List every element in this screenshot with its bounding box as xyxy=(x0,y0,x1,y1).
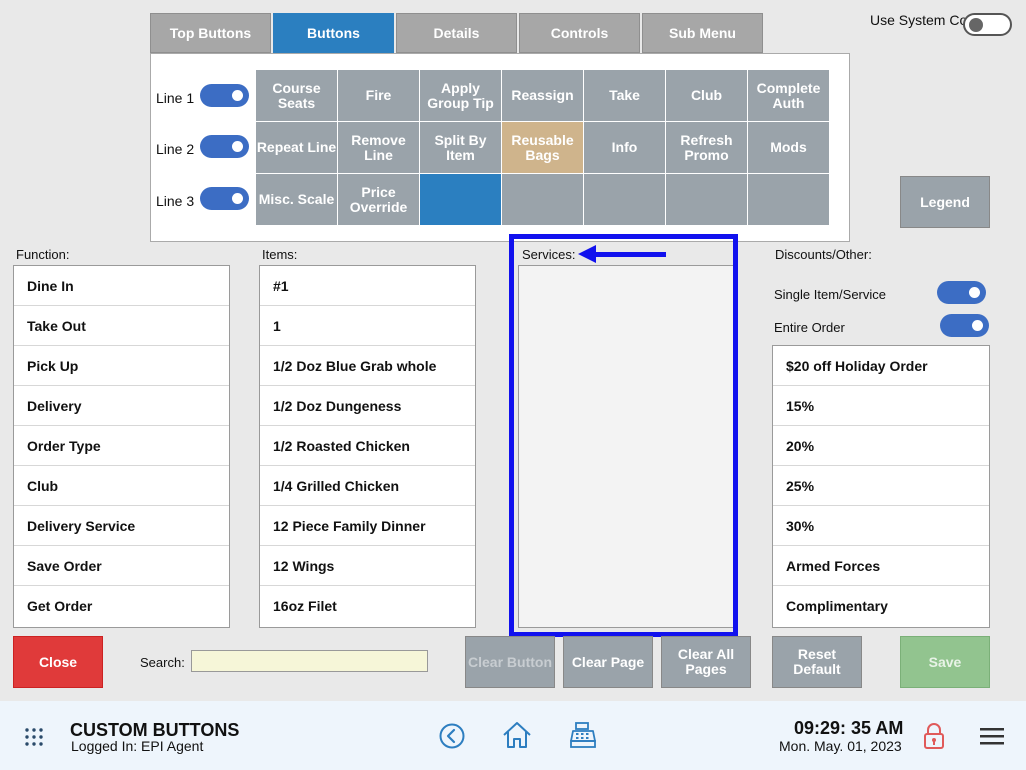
grid-btn-apply-group-tip[interactable]: Apply Group Tip xyxy=(420,70,501,121)
line-1-toggle[interactable] xyxy=(200,84,249,107)
list-item[interactable]: 1/2 Doz Blue Grab whole xyxy=(260,346,475,386)
grid-btn-complete-auth[interactable]: Complete Auth xyxy=(748,70,829,121)
grid-btn-split-by-item[interactable]: Split By Item xyxy=(420,122,501,173)
list-item[interactable]: Delivery Service xyxy=(14,506,229,546)
function-label: Function: xyxy=(16,247,70,262)
clear-all-pages-button[interactable]: Clear All Pages xyxy=(661,636,751,688)
function-list: Dine In Take Out Pick Up Delivery Order … xyxy=(13,265,230,628)
line-3-label: Line 3 xyxy=(156,193,195,209)
list-item[interactable]: Get Order xyxy=(14,586,229,626)
line-1-label: Line 1 xyxy=(156,90,195,106)
legend-button[interactable]: Legend xyxy=(900,176,990,228)
grid-btn-selected-empty[interactable] xyxy=(420,174,501,225)
grid-btn-info[interactable]: Info xyxy=(584,122,665,173)
clock-time: 09:29: 35 AM xyxy=(794,718,904,738)
tab-top-buttons[interactable]: Top Buttons xyxy=(150,13,271,53)
arrow-left-icon xyxy=(578,245,596,263)
list-item[interactable]: Delivery xyxy=(14,386,229,426)
list-item[interactable]: 1 xyxy=(260,306,475,346)
list-item[interactable]: Save Order xyxy=(14,546,229,586)
list-item[interactable]: Complimentary xyxy=(773,586,989,626)
list-item[interactable]: 1/2 Doz Dungeness xyxy=(260,386,475,426)
home-icon[interactable] xyxy=(502,721,532,749)
list-item[interactable]: 1/4 Grilled Chicken xyxy=(260,466,475,506)
tab-sub-menu[interactable]: Sub Menu xyxy=(642,13,763,53)
list-item[interactable]: 25% xyxy=(773,466,989,506)
clear-page-button[interactable]: Clear Page xyxy=(563,636,653,688)
entire-order-toggle[interactable] xyxy=(940,314,989,337)
single-item-service-label: Single Item/Service xyxy=(774,287,886,302)
list-item[interactable]: Dine In xyxy=(14,266,229,306)
logged-in-text: Logged In: EPI Agent xyxy=(71,738,204,754)
grid-btn-take[interactable]: Take xyxy=(584,70,665,121)
grid-btn-empty[interactable] xyxy=(584,174,665,225)
list-item[interactable]: Order Type xyxy=(14,426,229,466)
reset-default-button[interactable]: Reset Default xyxy=(772,636,862,688)
list-item[interactable]: #1 xyxy=(260,266,475,306)
grid-btn-price-override[interactable]: Price Override xyxy=(338,174,419,225)
list-item[interactable]: 20% xyxy=(773,426,989,466)
close-button[interactable]: Close xyxy=(13,636,103,688)
search-input[interactable] xyxy=(191,650,428,672)
list-item[interactable]: 1/2 Roasted Chicken xyxy=(260,426,475,466)
line-3-toggle[interactable] xyxy=(200,187,249,210)
grid-btn-course-seats[interactable]: Course Seats xyxy=(256,70,337,121)
grid-btn-empty[interactable] xyxy=(502,174,583,225)
list-item[interactable]: 15% xyxy=(773,386,989,426)
grid-btn-club[interactable]: Club xyxy=(666,70,747,121)
grid-btn-misc-scale[interactable]: Misc. Scale xyxy=(256,174,337,225)
tab-details[interactable]: Details xyxy=(396,13,517,53)
save-button[interactable]: Save xyxy=(900,636,990,688)
hamburger-menu-icon[interactable] xyxy=(979,726,1005,746)
grid-btn-reusable-bags[interactable]: Reusable Bags xyxy=(502,122,583,173)
items-list: #1 1 1/2 Doz Blue Grab whole 1/2 Doz Dun… xyxy=(259,265,476,628)
lock-icon[interactable] xyxy=(923,722,945,750)
footer-bar: CUSTOM BUTTONS Logged In: EPI Agent 09:2… xyxy=(0,701,1026,770)
grid-btn-repeat-line[interactable]: Repeat Line xyxy=(256,122,337,173)
line-2-toggle[interactable] xyxy=(200,135,249,158)
discounts-label: Discounts/Other: xyxy=(775,247,872,262)
list-item[interactable]: 12 Piece Family Dinner xyxy=(260,506,475,546)
list-item[interactable]: Club xyxy=(14,466,229,506)
line-2-label: Line 2 xyxy=(156,141,195,157)
tab-controls[interactable]: Controls xyxy=(519,13,640,53)
discounts-list: $20 off Holiday Order 15% 20% 25% 30% Ar… xyxy=(772,345,990,628)
back-circle-icon[interactable] xyxy=(439,723,465,749)
grid-btn-empty[interactable] xyxy=(666,174,747,225)
clear-button-button[interactable]: Clear Button xyxy=(465,636,555,688)
cash-register-icon[interactable] xyxy=(569,721,597,749)
list-item[interactable]: $20 off Holiday Order xyxy=(773,346,989,386)
single-item-service-toggle[interactable] xyxy=(937,281,986,304)
apps-grid-icon[interactable] xyxy=(24,727,44,747)
list-item[interactable]: 12 Wings xyxy=(260,546,475,586)
grid-btn-mods[interactable]: Mods xyxy=(748,122,829,173)
use-system-color-toggle[interactable] xyxy=(963,13,1012,36)
entire-order-label: Entire Order xyxy=(774,320,845,335)
grid-btn-reassign[interactable]: Reassign xyxy=(502,70,583,121)
list-item[interactable]: Pick Up xyxy=(14,346,229,386)
items-label: Items: xyxy=(262,247,298,262)
list-item[interactable]: 16oz Filet xyxy=(260,586,475,626)
tab-buttons[interactable]: Buttons xyxy=(273,13,394,53)
list-item[interactable]: Take Out xyxy=(14,306,229,346)
search-label: Search: xyxy=(140,655,185,670)
clock-date: Mon. May. 01, 2023 xyxy=(779,738,902,754)
list-item[interactable]: 30% xyxy=(773,506,989,546)
list-item[interactable]: Armed Forces xyxy=(773,546,989,586)
arrow-left-icon-line xyxy=(594,252,666,257)
services-highlight-box xyxy=(509,234,738,637)
grid-btn-fire[interactable]: Fire xyxy=(338,70,419,121)
grid-btn-refresh-promo[interactable]: Refresh Promo xyxy=(666,122,747,173)
grid-btn-empty[interactable] xyxy=(748,174,829,225)
grid-btn-remove-line[interactable]: Remove Line xyxy=(338,122,419,173)
